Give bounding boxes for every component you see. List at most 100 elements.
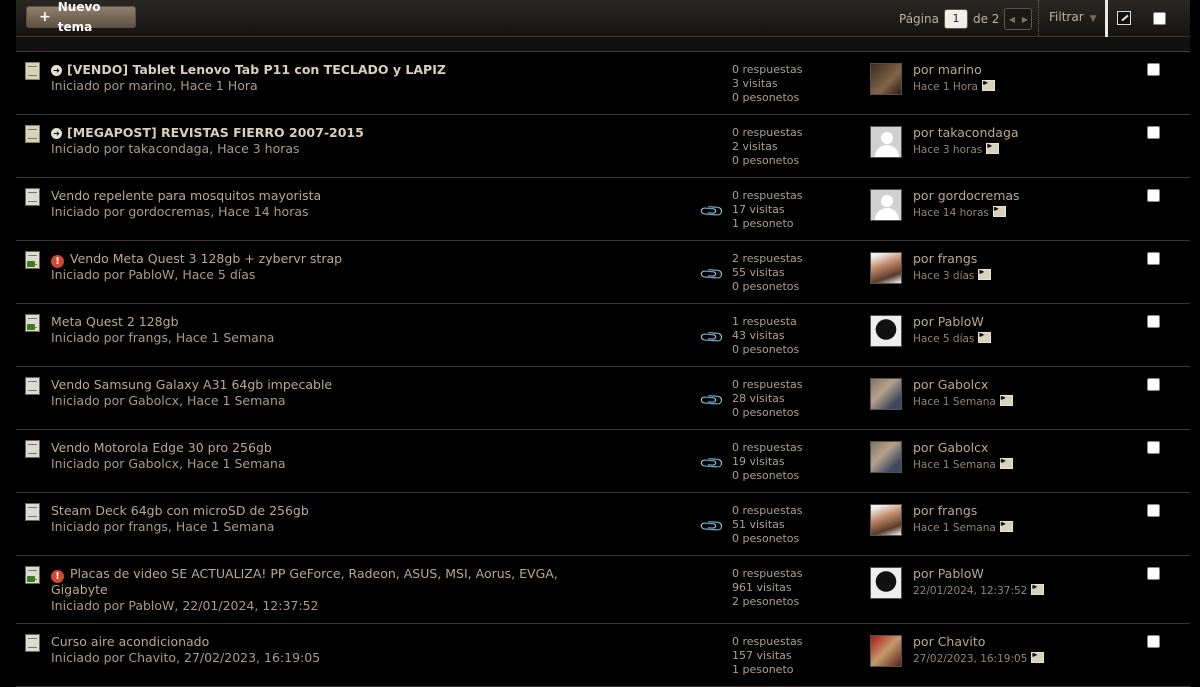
last-post-author[interactable]: por frangs bbox=[913, 251, 977, 266]
thread-title-text[interactable]: Vendo Meta Quest 3 128gb + zybervr strap bbox=[70, 251, 342, 266]
thread-title[interactable]: ! Vendo Meta Quest 3 128gb + zybervr stra… bbox=[51, 251, 342, 268]
view-count: 28 visitas bbox=[732, 392, 785, 405]
last-post-author[interactable]: por gordocremas bbox=[913, 188, 1020, 203]
chevron-down-icon: ▼ bbox=[1089, 14, 1097, 24]
go-to-last-post-icon[interactable] bbox=[999, 393, 1013, 406]
avatar[interactable] bbox=[870, 63, 902, 95]
last-post-author[interactable]: por frangs bbox=[913, 503, 977, 518]
thread-title-continued[interactable]: Gigabyte bbox=[51, 582, 108, 597]
pesoneto-count: 0 pesonetos bbox=[732, 406, 800, 419]
thread-stats: 0 respuestas 3 visitas 0 pesonetos bbox=[732, 63, 803, 105]
pagination: Página 1 de 2 ◀ ▶ bbox=[899, 8, 1033, 30]
table-row: Vendo Motorola Edge 30 pro 256gb Iniciad… bbox=[16, 430, 1190, 493]
paperclip-icon: 📎 bbox=[698, 512, 726, 541]
go-to-last-post-icon[interactable] bbox=[999, 456, 1013, 469]
thread-starter: Iniciado por Gabolcx, Hace 1 Semana bbox=[51, 456, 286, 471]
pesoneto-count: 0 pesonetos bbox=[732, 154, 800, 167]
go-to-last-post-icon[interactable] bbox=[999, 519, 1013, 532]
thread-icon bbox=[25, 188, 40, 206]
go-to-last-post-icon[interactable] bbox=[992, 204, 1006, 217]
prev-page-icon[interactable]: ◀ bbox=[1009, 15, 1015, 24]
thread-title[interactable]: Vendo repelente para mosquitos mayorista bbox=[51, 188, 321, 203]
row-checkbox[interactable] bbox=[1147, 441, 1160, 454]
table-row: ! Placas de video SE ACTUALIZA! PP GeForc… bbox=[16, 556, 1190, 624]
row-checkbox[interactable] bbox=[1147, 63, 1160, 76]
thread-stats: 0 respuestas 19 visitas 0 pesonetos bbox=[732, 441, 803, 483]
thread-starter: Iniciado por PabloW, Hace 5 días bbox=[51, 267, 256, 282]
last-post-time: Hace 3 horas bbox=[913, 141, 1000, 156]
thread-icon bbox=[25, 634, 40, 652]
filter-label: Filtrar bbox=[1049, 10, 1084, 24]
avatar[interactable] bbox=[870, 504, 902, 536]
go-to-last-post-icon[interactable] bbox=[1031, 650, 1045, 663]
new-topic-button[interactable]: + Nuevo tema bbox=[26, 0, 136, 34]
thread-stats: 1 respuesta 43 visitas 0 pesonetos bbox=[732, 315, 799, 357]
sticky-arrow-icon: ➜ bbox=[51, 128, 62, 139]
row-checkbox[interactable] bbox=[1147, 315, 1160, 328]
thread-title[interactable]: Steam Deck 64gb con microSD de 256gb bbox=[51, 503, 309, 518]
last-post-time-text: Hace 3 horas bbox=[913, 144, 983, 156]
last-post-author[interactable]: por takacondaga bbox=[913, 125, 1019, 140]
thread-title[interactable]: Meta Quest 2 128gb bbox=[51, 314, 179, 329]
avatar[interactable] bbox=[870, 378, 902, 410]
row-checkbox[interactable] bbox=[1147, 378, 1160, 391]
thread-title[interactable]: Vendo Samsung Galaxy A31 64gb impecable bbox=[51, 377, 332, 392]
row-checkbox[interactable] bbox=[1147, 635, 1160, 648]
thread-title[interactable]: ➜ [MEGAPOST] REVISTAS FIERRO 2007-2015 bbox=[51, 125, 364, 140]
last-post-author[interactable]: por Gabolcx bbox=[913, 440, 988, 455]
page-number-input[interactable]: 1 bbox=[943, 9, 968, 29]
thread-title-text[interactable]: [VENDO] Tablet Lenovo Tab P11 con TECLAD… bbox=[67, 62, 446, 77]
table-row: Curso aire acondicionado Iniciado por Ch… bbox=[16, 624, 1190, 687]
row-checkbox[interactable] bbox=[1147, 252, 1160, 265]
avatar[interactable] bbox=[870, 315, 902, 347]
pesoneto-count: 1 pesoneto bbox=[732, 663, 794, 676]
thread-sticky-icon bbox=[25, 62, 40, 80]
page-nav-arrows[interactable]: ◀ ▶ bbox=[1004, 8, 1033, 30]
go-to-last-post-icon[interactable] bbox=[978, 330, 992, 343]
go-to-last-post-icon[interactable] bbox=[1031, 582, 1045, 595]
last-post-time: 22/01/2024, 12:37:52 bbox=[913, 582, 1045, 597]
thread-new-posts-icon bbox=[25, 566, 40, 584]
avatar[interactable] bbox=[870, 126, 902, 158]
column-header-strip bbox=[16, 37, 1190, 52]
pesoneto-count: 0 pesonetos bbox=[732, 343, 800, 356]
last-post-author[interactable]: por PabloW bbox=[913, 566, 984, 581]
avatar[interactable] bbox=[870, 189, 902, 221]
thread-title[interactable]: Vendo Motorola Edge 30 pro 256gb bbox=[51, 440, 272, 455]
row-checkbox[interactable] bbox=[1147, 189, 1160, 202]
row-checkbox[interactable] bbox=[1147, 504, 1160, 517]
thread-icon bbox=[25, 377, 40, 395]
thread-title-text[interactable]: [MEGAPOST] REVISTAS FIERRO 2007-2015 bbox=[67, 125, 364, 140]
moderation-icon[interactable] bbox=[1117, 11, 1131, 25]
last-post-author[interactable]: por PabloW bbox=[913, 314, 984, 329]
go-to-last-post-icon[interactable] bbox=[982, 78, 995, 91]
thread-title[interactable]: ➜ [VENDO] Tablet Lenovo Tab P11 con TECLA… bbox=[51, 62, 446, 77]
row-checkbox[interactable] bbox=[1147, 567, 1160, 580]
thread-title[interactable]: ! Placas de video SE ACTUALIZA! PP GeForc… bbox=[51, 566, 558, 583]
thread-starter: Iniciado por Chavito, 27/02/2023, 16:19:… bbox=[51, 650, 321, 665]
thread-title[interactable]: Curso aire acondicionado bbox=[51, 634, 209, 649]
thread-title-text[interactable]: Placas de video SE ACTUALIZA! PP GeForce… bbox=[70, 566, 558, 581]
avatar[interactable] bbox=[870, 567, 902, 599]
go-to-last-post-icon[interactable] bbox=[986, 141, 1000, 154]
last-post-author[interactable]: por Gabolcx bbox=[913, 377, 988, 392]
toolbar-divider bbox=[1038, 0, 1039, 36]
thread-starter: Iniciado por takacondaga, Hace 3 horas bbox=[51, 141, 300, 156]
thread-stats: 2 respuestas 55 visitas 0 pesonetos bbox=[732, 252, 803, 294]
row-checkbox[interactable] bbox=[1147, 126, 1160, 139]
go-to-last-post-icon[interactable] bbox=[978, 267, 992, 280]
thread-starter: Iniciado por frangs, Hace 1 Semana bbox=[51, 519, 275, 534]
thread-starter: Iniciado por marino, Hace 1 Hora bbox=[51, 78, 258, 93]
last-post-author[interactable]: por marino bbox=[913, 62, 982, 77]
last-post-time: 27/02/2023, 16:19:05 bbox=[913, 650, 1045, 665]
last-post-author[interactable]: por Chavito bbox=[913, 634, 985, 649]
next-page-icon[interactable]: ▶ bbox=[1022, 15, 1028, 24]
table-row: ➜ [MEGAPOST] REVISTAS FIERRO 2007-2015 In… bbox=[16, 115, 1190, 178]
view-count: 19 visitas bbox=[732, 455, 785, 468]
select-all-checkbox[interactable] bbox=[1153, 12, 1166, 25]
thread-sticky-icon bbox=[25, 125, 40, 143]
avatar[interactable] bbox=[870, 441, 902, 473]
avatar[interactable] bbox=[870, 635, 902, 667]
avatar[interactable] bbox=[870, 252, 902, 284]
filter-dropdown[interactable]: Filtrar ▼ bbox=[1049, 10, 1097, 24]
